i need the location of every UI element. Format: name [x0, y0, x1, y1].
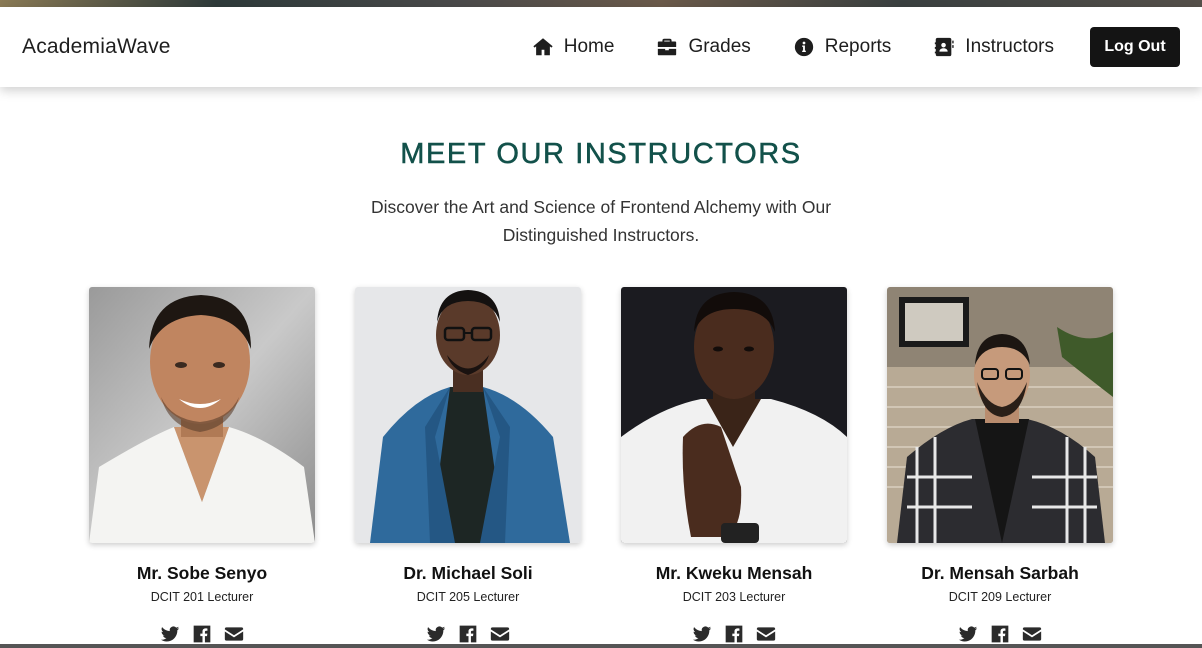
portrait-image: [89, 287, 315, 543]
instructor-name: Dr. Mensah Sarbah: [921, 563, 1079, 583]
instructor-photo: [621, 287, 847, 543]
nav-instructors[interactable]: Instructors: [933, 36, 1054, 58]
brand-logo[interactable]: AcademiaWave: [22, 35, 171, 59]
social-links: [355, 624, 581, 644]
nav-grades-label: Grades: [688, 36, 751, 57]
nav-home-label: Home: [563, 36, 615, 57]
page-subtitle: Discover the Art and Science of Frontend…: [370, 197, 832, 245]
nav-reports[interactable]: Reports: [793, 36, 892, 58]
instructor-photo: [887, 287, 1113, 543]
instructor-card: Mr. Sobe Senyo DCIT 201 Lecturer: [89, 287, 315, 644]
social-links: [887, 624, 1113, 644]
facebook-icon[interactable]: [724, 624, 744, 644]
briefcase-icon: [658, 38, 677, 56]
twitter-icon[interactable]: [958, 624, 978, 644]
logout-button[interactable]: Log Out: [1090, 27, 1180, 67]
envelope-icon[interactable]: [490, 624, 510, 644]
header-banner-strip: [0, 0, 1202, 7]
nav-home[interactable]: Home: [532, 36, 615, 58]
instructor-role: DCIT 209 Lecturer: [948, 590, 1052, 604]
home-icon: [533, 38, 553, 56]
window-bottom-edge: [0, 644, 1202, 648]
nav-menu: Home Grades Reports Instructors Log Out: [532, 27, 1180, 67]
facebook-icon[interactable]: [990, 624, 1010, 644]
instructor-card: Mr. Kweku Mensah DCIT 203 Lecturer: [621, 287, 847, 644]
social-links: [621, 624, 847, 644]
nav-grades[interactable]: Grades: [656, 36, 751, 58]
nav-instructors-label: Instructors: [965, 36, 1054, 57]
instructor-role: DCIT 201 Lecturer: [150, 590, 254, 604]
page-title-text: MEET OUR INSTRUCTORS: [400, 138, 802, 171]
info-circle-icon: [794, 37, 813, 57]
instructor-photo: [89, 287, 315, 543]
instructor-role: DCIT 203 Lecturer: [682, 590, 786, 604]
instructor-role: DCIT 205 Lecturer: [416, 590, 520, 604]
social-links: [89, 624, 315, 644]
portrait-image: [621, 287, 847, 543]
page-title: MEET OUR INSTRUCTORS: [0, 138, 1202, 171]
facebook-icon[interactable]: [458, 624, 478, 644]
portrait-image: [355, 287, 581, 543]
instructor-card: Dr. Mensah Sarbah DCIT 209 Lecturer: [887, 287, 1113, 644]
instructor-name: Mr. Kweku Mensah: [655, 563, 813, 583]
envelope-icon[interactable]: [756, 624, 776, 644]
portrait-image: [887, 287, 1113, 543]
instructor-photo: [355, 287, 581, 543]
facebook-icon[interactable]: [192, 624, 212, 644]
instructor-cards: Mr. Sobe Senyo DCIT 201 Lecturer Dr. Mic…: [89, 287, 1113, 648]
instructor-name: Dr. Michael Soli: [403, 563, 533, 583]
envelope-icon[interactable]: [1022, 624, 1042, 644]
twitter-icon[interactable]: [692, 624, 712, 644]
envelope-icon[interactable]: [224, 624, 244, 644]
address-book-icon: [935, 37, 954, 57]
navbar: AcademiaWave Home Grades Reports Instruc…: [0, 7, 1202, 87]
nav-reports-label: Reports: [824, 36, 892, 57]
instructor-name: Mr. Sobe Senyo: [136, 563, 268, 583]
instructor-card: Dr. Michael Soli DCIT 205 Lecturer: [355, 287, 581, 644]
twitter-icon[interactable]: [426, 624, 446, 644]
twitter-icon[interactable]: [160, 624, 180, 644]
